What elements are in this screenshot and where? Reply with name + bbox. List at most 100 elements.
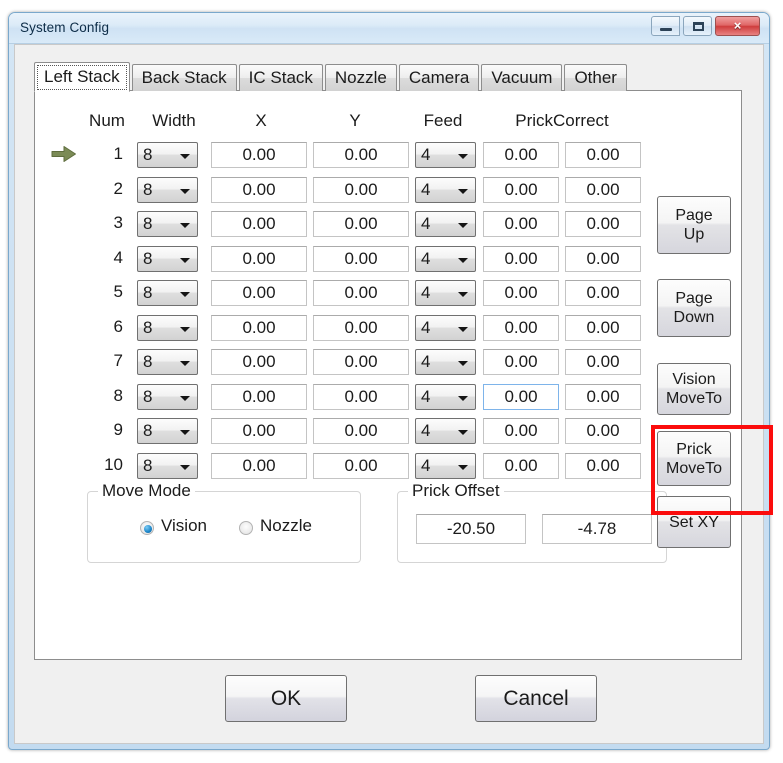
- y-input[interactable]: 0.00: [313, 349, 409, 375]
- width-dropdown[interactable]: 8: [137, 452, 198, 479]
- y-input[interactable]: 0.00: [313, 142, 409, 168]
- tab-vacuum[interactable]: Vacuum: [481, 64, 563, 91]
- width-value: 8: [143, 421, 153, 440]
- tab-camera[interactable]: Camera: [398, 64, 480, 91]
- prick-correct-1-input[interactable]: 0.00: [483, 142, 559, 168]
- prick-correct-1-input[interactable]: 0.00: [483, 211, 559, 237]
- y-input[interactable]: 0.00: [313, 245, 409, 272]
- width-dropdown[interactable]: 8: [137, 211, 198, 237]
- minimize-button[interactable]: [651, 16, 680, 36]
- prick-correct-1-input[interactable]: 0.00: [483, 314, 559, 341]
- x-input[interactable]: 0.00: [211, 383, 307, 410]
- width-dropdown[interactable]: 8: [137, 280, 198, 306]
- row-number: 6: [113, 316, 123, 336]
- y-input[interactable]: 0.00: [313, 176, 409, 203]
- x-input[interactable]: 0.00: [211, 176, 307, 203]
- page-down-label-line1: Page: [675, 290, 713, 307]
- tab-label: Left Stack: [44, 67, 120, 86]
- table-row: 7 8 0.00 0.00 4 0.00 0.00: [35, 346, 741, 381]
- prick-correct-2-input[interactable]: 0.00: [565, 280, 641, 306]
- close-button[interactable]: ×: [715, 16, 760, 36]
- width-dropdown[interactable]: 8: [137, 142, 198, 168]
- chevron-down-icon: [180, 257, 190, 263]
- prick-correct-2-input[interactable]: 0.00: [565, 349, 641, 375]
- prick-correct-1-input[interactable]: 0.00: [483, 245, 559, 272]
- prick-correct-2-input[interactable]: 0.00: [565, 176, 641, 203]
- prick-offset-y-input[interactable]: -4.78: [542, 514, 652, 544]
- feed-dropdown[interactable]: 4: [415, 452, 476, 479]
- tab-nozzle[interactable]: Nozzle: [324, 64, 397, 91]
- x-input[interactable]: 0.00: [211, 280, 307, 306]
- y-input[interactable]: 0.00: [313, 418, 409, 444]
- feed-dropdown[interactable]: 4: [415, 211, 476, 237]
- tab-ic-stack[interactable]: IC Stack: [238, 64, 323, 91]
- cancel-button[interactable]: Cancel: [475, 675, 597, 722]
- chevron-down-icon: [458, 464, 468, 470]
- width-dropdown[interactable]: 8: [137, 245, 198, 272]
- prick-correct-2-input[interactable]: 0.00: [565, 314, 641, 341]
- ok-button[interactable]: OK: [225, 675, 347, 722]
- feed-dropdown[interactable]: 4: [415, 314, 476, 341]
- y-input[interactable]: 0.00: [313, 452, 409, 479]
- prick-correct-2-input[interactable]: 0.00: [565, 142, 641, 168]
- tab-panel-left-stack: Num Width X Y Feed PrickCorrect 1 8 0.00…: [34, 90, 773, 660]
- tab-left-stack[interactable]: Left Stack: [34, 62, 130, 92]
- prick-correct-2-input[interactable]: 0.00: [565, 452, 641, 479]
- x-input[interactable]: 0.00: [211, 452, 307, 479]
- prick-moveto-button[interactable]: Prick MoveTo: [657, 431, 731, 486]
- page-down-label-line2: Down: [673, 309, 715, 326]
- y-input[interactable]: 0.00: [313, 314, 409, 341]
- x-input[interactable]: 0.00: [211, 245, 307, 272]
- feed-dropdown[interactable]: 4: [415, 245, 476, 272]
- feed-dropdown[interactable]: 4: [415, 176, 476, 203]
- page-up-button[interactable]: Page Up: [657, 196, 731, 254]
- prick-correct-1-input[interactable]: 0.00: [483, 280, 559, 306]
- feed-dropdown[interactable]: 4: [415, 280, 476, 306]
- y-input[interactable]: 0.00: [313, 280, 409, 306]
- x-input[interactable]: 0.00: [211, 418, 307, 444]
- prick-offset-x-input[interactable]: -20.50: [416, 514, 526, 544]
- x-input[interactable]: 0.00: [211, 211, 307, 237]
- prick-correct-1-input[interactable]: 0.00: [483, 383, 559, 410]
- prick-correct-1-input[interactable]: 0.00: [483, 418, 559, 444]
- vision-moveto-button[interactable]: Vision MoveTo: [657, 363, 731, 415]
- prick-correct-2-input[interactable]: 0.00: [565, 211, 641, 237]
- prick-correct-1-input[interactable]: 0.00: [483, 452, 559, 479]
- set-xy-button[interactable]: Set XY: [657, 496, 731, 548]
- window-titlebar[interactable]: System Config ×: [9, 13, 769, 44]
- width-value: 8: [143, 455, 153, 475]
- width-value: 8: [143, 317, 153, 337]
- tab-back-stack[interactable]: Back Stack: [131, 64, 237, 91]
- maximize-button[interactable]: [683, 16, 712, 36]
- y-input[interactable]: 0.00: [313, 211, 409, 237]
- width-dropdown[interactable]: 8: [137, 314, 198, 341]
- x-input[interactable]: 0.00: [211, 349, 307, 375]
- page-up-label-line2: Up: [683, 226, 705, 243]
- y-input[interactable]: 0.00: [313, 383, 409, 410]
- prick-correct-2-input[interactable]: 0.00: [565, 418, 641, 444]
- feed-dropdown[interactable]: 4: [415, 418, 476, 444]
- width-dropdown[interactable]: 8: [137, 383, 198, 410]
- feed-dropdown[interactable]: 4: [415, 383, 476, 410]
- x-input[interactable]: 0.00: [211, 314, 307, 341]
- width-dropdown[interactable]: 8: [137, 176, 198, 203]
- prick-correct-2-input[interactable]: 0.00: [565, 245, 641, 272]
- chevron-down-icon: [180, 361, 190, 366]
- prick-correct-1-input[interactable]: 0.00: [483, 349, 559, 375]
- tabstrip: Left Stack Back Stack IC Stack Nozzle Ca…: [34, 61, 629, 92]
- width-dropdown[interactable]: 8: [137, 418, 198, 444]
- close-icon: ×: [733, 18, 742, 33]
- move-mode-group: Move Mode Vision Nozzle: [87, 481, 361, 563]
- radio-dot-icon: [140, 521, 154, 535]
- page-down-button[interactable]: Page Down: [657, 279, 731, 337]
- chevron-down-icon: [458, 395, 468, 401]
- x-input[interactable]: 0.00: [211, 142, 307, 168]
- prick-correct-2-input[interactable]: 0.00: [565, 383, 641, 410]
- prick-correct-1-input[interactable]: 0.00: [483, 176, 559, 203]
- set-xy-label: Set XY: [669, 513, 719, 531]
- width-dropdown[interactable]: 8: [137, 349, 198, 375]
- tab-label: Camera: [408, 68, 470, 87]
- feed-dropdown[interactable]: 4: [415, 349, 476, 375]
- tab-other[interactable]: Other: [564, 64, 627, 91]
- feed-dropdown[interactable]: 4: [415, 142, 476, 168]
